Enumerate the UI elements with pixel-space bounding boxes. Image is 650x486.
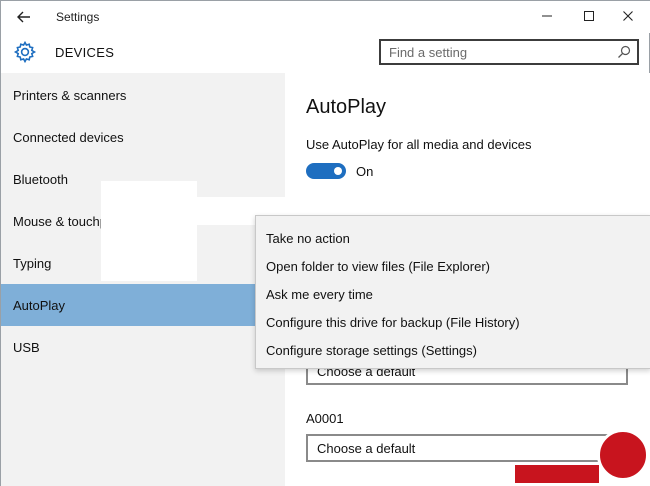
search-icon[interactable] — [617, 45, 631, 59]
search-box[interactable] — [379, 39, 639, 65]
autoplay-setting-label: Use AutoPlay for all media and devices — [306, 137, 532, 152]
maximize-icon — [584, 11, 594, 21]
sidebar-item-printers-scanners[interactable]: Printers & scanners — [1, 75, 285, 115]
sidebar-item-autoplay[interactable]: AutoPlay — [1, 284, 285, 326]
watermark-logo — [515, 465, 599, 483]
sidebar-item-connected-devices[interactable]: Connected devices — [1, 117, 285, 157]
close-icon — [623, 11, 633, 21]
menu-item-configure-backup[interactable]: Configure this drive for backup (File Hi… — [266, 309, 520, 335]
menu-item-open-folder[interactable]: Open folder to view files (File Explorer… — [266, 253, 490, 279]
gear-icon — [13, 40, 37, 64]
sidebar-item-usb[interactable]: USB — [1, 327, 285, 367]
toggle-knob — [334, 167, 342, 175]
back-arrow-icon — [17, 11, 30, 23]
settings-header: DEVICES — [1, 33, 650, 73]
section-title: DEVICES — [55, 45, 115, 60]
redaction-patch — [297, 179, 442, 219]
toggle-state-label: On — [356, 164, 374, 179]
menu-item-ask-every-time[interactable]: Ask me every time — [266, 281, 373, 307]
title-bar: Settings — [1, 1, 650, 33]
device-default-dropdown[interactable]: Choose a default — [306, 434, 628, 462]
window-title: Settings — [56, 10, 100, 24]
minimize-button[interactable] — [532, 5, 562, 27]
search-input[interactable] — [381, 41, 611, 63]
page-title: AutoPlay — [306, 96, 387, 118]
watermark-logo-circle — [597, 429, 649, 481]
device-label: A0001 — [306, 411, 344, 426]
back-button[interactable] — [11, 6, 37, 28]
redaction-patch — [101, 181, 197, 281]
maximize-button[interactable] — [574, 5, 604, 27]
settings-window: Settings DEVICES Find a setting Printers… — [0, 0, 650, 486]
minimize-icon — [542, 15, 552, 17]
autoplay-action-menu: Take no action Open folder to view files… — [255, 215, 650, 369]
menu-item-take-no-action[interactable]: Take no action — [266, 225, 350, 251]
autoplay-toggle[interactable] — [306, 163, 346, 179]
close-button[interactable] — [613, 5, 643, 27]
menu-item-configure-storage[interactable]: Configure storage settings (Settings) — [266, 337, 477, 363]
